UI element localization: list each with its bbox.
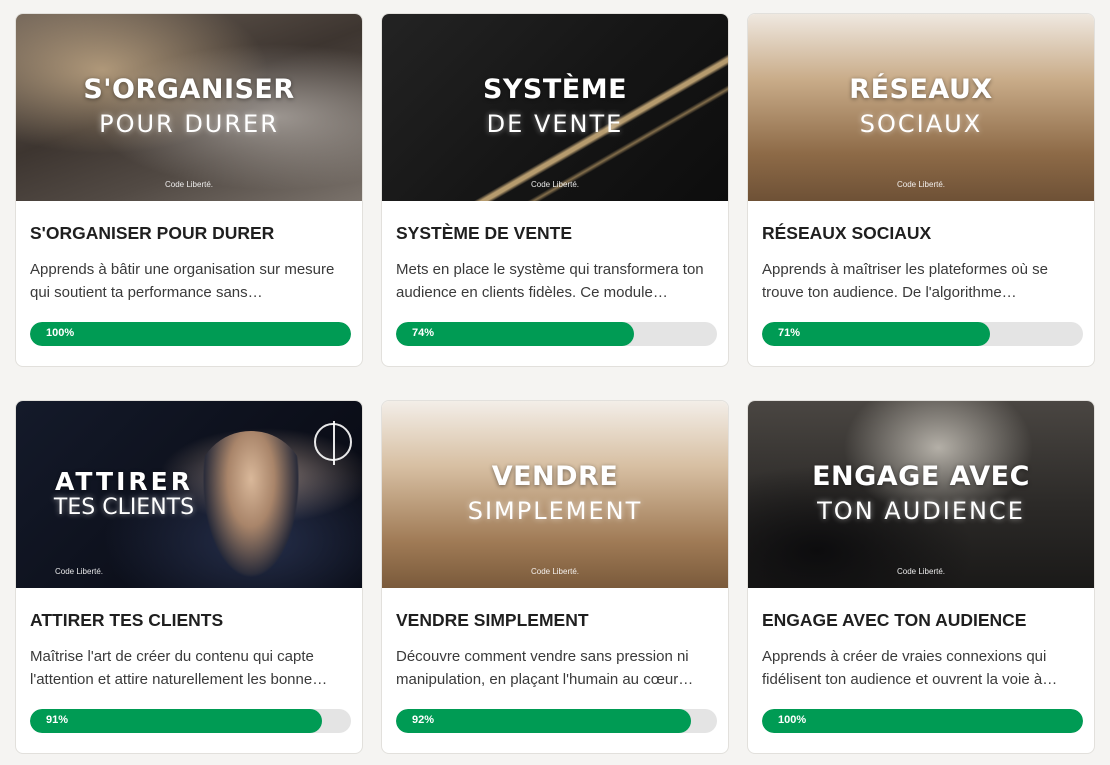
progress-bar: 91% bbox=[30, 709, 351, 733]
progress-label: 92% bbox=[412, 714, 435, 726]
thumbnail-title: RÉSEAUX bbox=[849, 74, 993, 105]
thumbnail-title: S'ORGANISER bbox=[83, 74, 295, 105]
course-card[interactable]: SYSTÈME DE VENTE Code Liberté. SYSTÈME D… bbox=[381, 13, 729, 367]
progress-bar: 71% bbox=[762, 322, 1083, 346]
progress-label: 74% bbox=[412, 327, 435, 339]
thumbnail-title: ENGAGE AVEC bbox=[812, 461, 1030, 492]
course-card[interactable]: ENGAGE AVEC TON AUDIENCE Code Liberté. E… bbox=[747, 400, 1095, 754]
course-description: Apprends à maîtriser les plateformes où … bbox=[762, 261, 1048, 301]
progress-bar: 100% bbox=[762, 709, 1083, 733]
progress-bar: 74% bbox=[396, 322, 717, 346]
course-card[interactable]: VENDRE SIMPLEMENT Code Liberté. VENDRE S… bbox=[381, 400, 729, 754]
brand-watermark: Code Liberté. bbox=[164, 180, 214, 189]
course-description: Apprends à créer de vraies connexions qu… bbox=[762, 648, 1058, 688]
thumbnail-subtitle: SOCIAUX bbox=[859, 110, 983, 138]
progress-fill bbox=[30, 709, 323, 733]
course-title[interactable]: ENGAGE AVEC TON AUDIENCE bbox=[762, 610, 1080, 631]
course-title[interactable]: ATTIRER TES CLIENTS bbox=[30, 610, 348, 631]
course-title[interactable]: VENDRE SIMPLEMENT bbox=[396, 610, 714, 631]
progress-bar: 92% bbox=[396, 709, 717, 733]
course-thumbnail[interactable]: S'ORGANISER POUR DURER Code Liberté. bbox=[16, 14, 362, 201]
progress-fill bbox=[30, 322, 351, 346]
course-description: Découvre comment vendre sans pression ni… bbox=[396, 648, 694, 688]
thumbnail-subtitle: TES CLIENTS bbox=[53, 495, 195, 520]
progress-fill bbox=[762, 709, 1083, 733]
course-thumbnail[interactable]: ENGAGE AVEC TON AUDIENCE Code Liberté. bbox=[748, 401, 1094, 588]
course-thumbnail[interactable]: ATTIRER TES CLIENTS Code Liberté. bbox=[16, 401, 362, 588]
thumbnail-subtitle: TON AUDIENCE bbox=[817, 497, 1025, 525]
brand-watermark: Code Liberté. bbox=[530, 567, 580, 576]
course-thumbnail[interactable]: RÉSEAUX SOCIAUX Code Liberté. bbox=[748, 14, 1094, 201]
thumbnail-subtitle: POUR DURER bbox=[99, 110, 279, 138]
course-card[interactable]: S'ORGANISER POUR DURER Code Liberté. S'O… bbox=[15, 13, 363, 367]
course-description: Apprends à bâtir une organisation sur me… bbox=[30, 261, 335, 301]
thumbnail-subtitle: DE VENTE bbox=[486, 110, 624, 138]
thumbnail-title: ATTIRER bbox=[55, 467, 193, 496]
course-description: Maîtrise l'art de créer du contenu qui c… bbox=[30, 648, 328, 688]
progress-label: 100% bbox=[778, 714, 807, 726]
progress-label: 91% bbox=[46, 714, 69, 726]
brand-logo-icon bbox=[314, 421, 352, 465]
course-thumbnail[interactable]: SYSTÈME DE VENTE Code Liberté. bbox=[382, 14, 728, 201]
thumbnail-title: VENDRE bbox=[491, 461, 619, 492]
course-card[interactable]: ATTIRER TES CLIENTS Code Liberté. ATTIRE… bbox=[15, 400, 363, 754]
thumbnail-title: SYSTÈME bbox=[482, 74, 628, 105]
course-card[interactable]: RÉSEAUX SOCIAUX Code Liberté. RÉSEAUX SO… bbox=[747, 13, 1095, 367]
progress-bar: 100% bbox=[30, 322, 351, 346]
course-thumbnail[interactable]: VENDRE SIMPLEMENT Code Liberté. bbox=[382, 401, 728, 588]
course-grid: S'ORGANISER POUR DURER Code Liberté. S'O… bbox=[0, 0, 1110, 765]
progress-fill bbox=[396, 709, 692, 733]
course-title[interactable]: S'ORGANISER POUR DURER bbox=[30, 223, 348, 244]
brand-watermark: Code Liberté. bbox=[896, 567, 946, 576]
course-description: Mets en place le système qui transformer… bbox=[396, 261, 704, 301]
progress-label: 71% bbox=[778, 327, 801, 339]
brand-watermark: Code Liberté. bbox=[530, 180, 580, 189]
course-title[interactable]: RÉSEAUX SOCIAUX bbox=[762, 223, 1080, 244]
course-title[interactable]: SYSTÈME DE VENTE bbox=[396, 223, 714, 244]
progress-label: 100% bbox=[46, 327, 75, 339]
thumbnail-subtitle: SIMPLEMENT bbox=[467, 497, 643, 525]
brand-watermark: Code Liberté. bbox=[54, 567, 104, 576]
brand-watermark: Code Liberté. bbox=[896, 180, 946, 189]
